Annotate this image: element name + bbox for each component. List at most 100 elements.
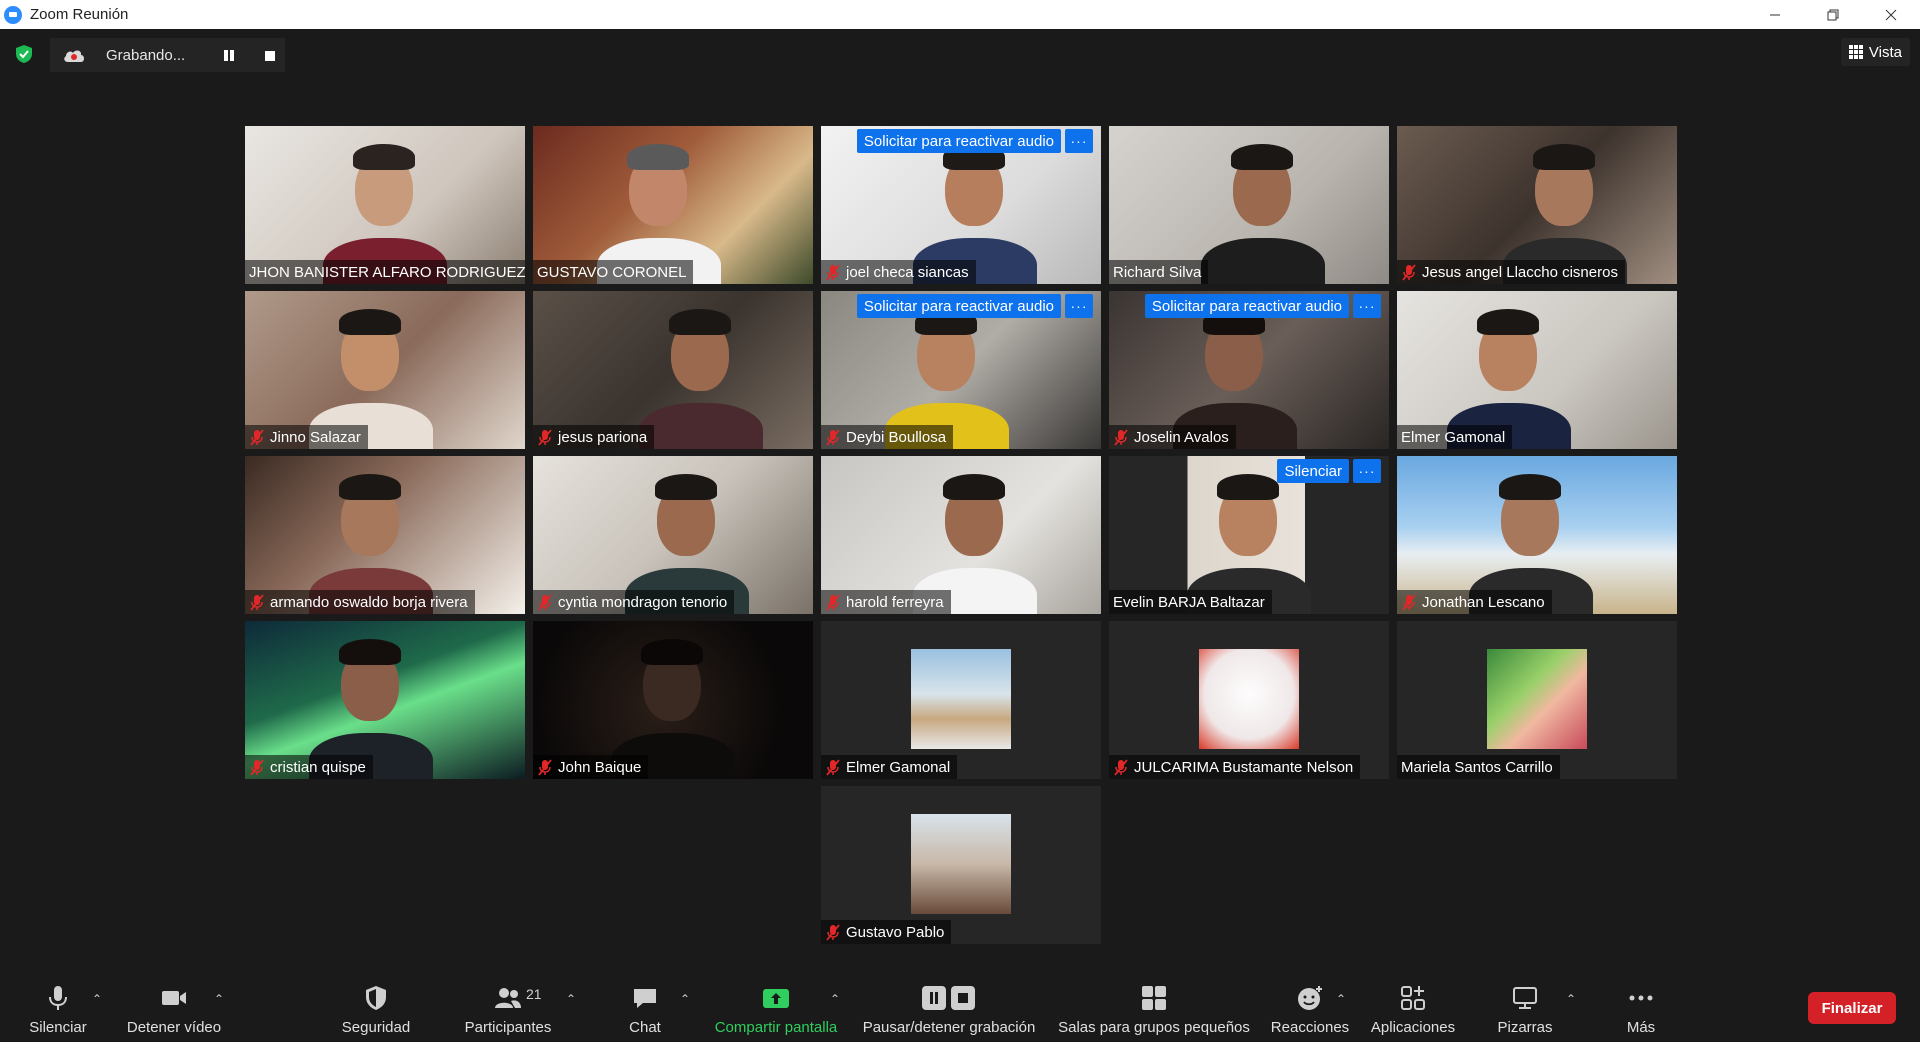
restore-icon (1827, 9, 1839, 20)
view-label: Vista (1868, 43, 1902, 61)
muted-microphone-icon (826, 263, 840, 281)
view-button[interactable]: Vista (1840, 38, 1910, 66)
chat-button[interactable]: Chat (620, 972, 670, 1042)
mute-button[interactable]: Silenciar (24, 972, 92, 1042)
participant-tile[interactable]: joel checa siancas Solicitar para reactiv… (821, 126, 1101, 284)
muted-microphone-icon (250, 758, 264, 776)
participant-name: armando oswaldo borja rivera (270, 593, 468, 611)
participant-name: JHON BANISTER ALFARO RODRIGUEZ (249, 263, 525, 281)
muted-microphone-icon (826, 758, 840, 776)
participant-more-button[interactable]: ··· (1353, 459, 1381, 483)
pause-recording-button[interactable] (224, 50, 234, 61)
participant-name: Jonathan Lescano (1422, 593, 1545, 611)
share-screen-icon (763, 989, 789, 1008)
apps-button[interactable]: Aplicaciones (1364, 972, 1462, 1042)
participant-figure (1193, 126, 1333, 284)
breakout-rooms-label: Salas para grupos pequeños (1058, 1019, 1250, 1036)
participant-tile[interactable]: armando oswaldo borja rivera (245, 456, 525, 614)
participant-tile[interactable]: Richard Silva (1109, 126, 1389, 284)
participant-name-bar: Elmer Gamonal (1397, 425, 1513, 449)
participant-name: Deybi Boullosa (846, 428, 947, 446)
participant-name: GUSTAVO CORONEL (537, 263, 687, 281)
video-options-caret[interactable]: ⌃ (214, 992, 224, 1006)
muted-microphone-icon (826, 923, 840, 941)
participant-tile[interactable]: Gustavo Pablo (821, 786, 1101, 944)
end-meeting-button[interactable]: Finalizar (1808, 992, 1896, 1024)
recording-control-label: Pausar/detener grabación (862, 1019, 1036, 1036)
audio-options-caret[interactable]: ⌃ (92, 992, 102, 1006)
whiteboard-icon (1513, 987, 1537, 1009)
stop-recording-button[interactable] (265, 51, 275, 61)
participant-name-bar: GUSTAVO CORONEL (533, 260, 694, 284)
participants-icon (495, 988, 521, 1008)
security-button[interactable]: Seguridad (336, 972, 416, 1042)
participant-tile[interactable]: Joselin Avalos Solicitar para reactivar a… (1109, 291, 1389, 449)
participant-more-button[interactable]: ··· (1065, 294, 1093, 318)
participant-name: Evelin BARJA Baltazar (1113, 593, 1265, 611)
participant-more-button[interactable]: ··· (1065, 129, 1093, 153)
participant-tile[interactable]: Elmer Gamonal (821, 621, 1101, 779)
participant-tile[interactable]: Evelin BARJA Baltazar Silenciar ··· (1109, 456, 1389, 614)
minimize-button[interactable] (1746, 0, 1804, 29)
reactions-button[interactable]: Reacciones (1268, 972, 1352, 1042)
ask-to-unmute-button[interactable]: Solicitar para reactivar audio (856, 129, 1061, 153)
participant-name: Elmer Gamonal (846, 758, 951, 776)
participant-tile[interactable]: JULCARIMA Bustamante Nelson (1109, 621, 1389, 779)
participants-options-caret[interactable]: ⌃ (566, 992, 576, 1006)
participant-name-bar: Gustavo Pablo (821, 920, 952, 944)
security-shield-icon (366, 986, 386, 1010)
participant-tile[interactable]: Mariela Santos Carrillo (1397, 621, 1677, 779)
participant-tile[interactable]: John Baique (533, 621, 813, 779)
participant-tile[interactable]: GUSTAVO CORONEL (533, 126, 813, 284)
participant-tile[interactable]: Deybi Boullosa Solicitar para reactivar a… (821, 291, 1101, 449)
reactions-label: Reacciones (1270, 1019, 1350, 1036)
participant-tile[interactable]: JHON BANISTER ALFARO RODRIGUEZ (245, 126, 525, 284)
participant-name: Elmer Gamonal (1401, 428, 1506, 446)
restore-button[interactable] (1804, 0, 1862, 29)
share-screen-button[interactable]: Compartir pantalla (708, 972, 844, 1042)
close-button[interactable] (1862, 0, 1920, 29)
meeting-toolbar: Silenciar ⌃ Detener vídeo ⌃ Seguridad Pa… (0, 972, 1920, 1042)
participant-name: Jesus angel Llaccho cisneros (1422, 263, 1618, 281)
mute-label: Silenciar (29, 1019, 87, 1036)
participant-tile[interactable]: harold ferreyra (821, 456, 1101, 614)
reactions-options-caret[interactable]: ⌃ (1336, 992, 1346, 1006)
whiteboards-button[interactable]: Pizarras (1490, 972, 1560, 1042)
participant-more-button[interactable]: ··· (1353, 294, 1381, 318)
participant-name: Mariela Santos Carrillo (1401, 758, 1553, 776)
share-options-caret[interactable]: ⌃ (830, 992, 840, 1006)
pause-stop-recording-button[interactable]: Pausar/detener grabación (858, 972, 1040, 1042)
stop-video-button[interactable]: Detener vídeo (124, 972, 224, 1042)
breakout-rooms-button[interactable]: Salas para grupos pequeños (1056, 972, 1252, 1042)
participant-tile[interactable]: cyntia mondragon tenorio (533, 456, 813, 614)
participant-name-bar: jesus pariona (533, 425, 655, 449)
participant-tile[interactable]: Jonathan Lescano (1397, 456, 1677, 614)
participant-tile[interactable]: Jinno Salazar (245, 291, 525, 449)
participant-name-bar: Jinno Salazar (245, 425, 368, 449)
participant-name-bar: harold ferreyra (821, 590, 951, 614)
participant-name-bar: cyntia mondragon tenorio (533, 590, 735, 614)
participant-name-bar: Elmer Gamonal (821, 755, 958, 779)
zoom-logo-icon (4, 5, 22, 24)
participant-tile[interactable]: jesus pariona (533, 291, 813, 449)
more-button[interactable]: Más (1620, 972, 1662, 1042)
mute-participant-button[interactable]: Silenciar (1277, 459, 1349, 483)
video-camera-icon (162, 991, 186, 1005)
muted-microphone-icon (826, 593, 840, 611)
muted-microphone-icon (250, 593, 264, 611)
chat-options-caret[interactable]: ⌃ (680, 992, 690, 1006)
whiteboards-options-caret[interactable]: ⌃ (1566, 992, 1576, 1006)
participant-name: Richard Silva (1113, 263, 1202, 281)
chat-label: Chat (629, 1019, 661, 1036)
ask-to-unmute-button[interactable]: Solicitar para reactivar audio (1144, 294, 1349, 318)
participants-button[interactable]: Participantes (460, 972, 556, 1042)
encryption-shield-icon[interactable] (14, 44, 34, 64)
participant-tile[interactable]: Jesus angel Llaccho cisneros (1397, 126, 1677, 284)
ask-to-unmute-button[interactable]: Solicitar para reactivar audio (856, 294, 1061, 318)
participant-name: Joselin Avalos (1134, 428, 1229, 446)
participant-tile[interactable]: Elmer Gamonal (1397, 291, 1677, 449)
cloud-recording-icon (64, 50, 84, 62)
participant-name: cristian quispe (270, 758, 366, 776)
participant-tile[interactable]: cristian quispe (245, 621, 525, 779)
participant-name-bar: Jonathan Lescano (1397, 590, 1552, 614)
